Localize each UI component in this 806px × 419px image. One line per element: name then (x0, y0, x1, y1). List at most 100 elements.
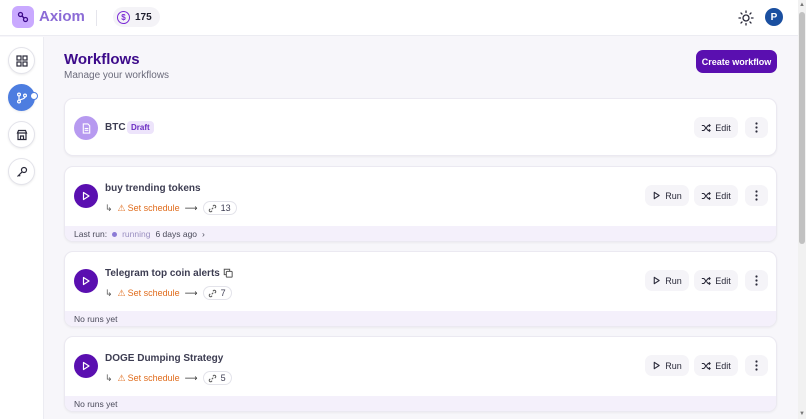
workflow-meta: ↳ ⚠ Set schedule ⟶ 5 (105, 371, 232, 385)
logo-icon[interactable] (12, 6, 34, 28)
store-icon (16, 129, 27, 140)
more-menu-button[interactable] (745, 355, 768, 376)
workflow-meta: ↳ ⚠ Set schedule ⟶ 7 (105, 286, 232, 300)
arrow-right-icon: ⟶ (184, 287, 198, 298)
more-vertical-icon (755, 275, 758, 286)
workflow-card[interactable]: BTC Draft Edit (64, 98, 777, 156)
key-icon (16, 166, 27, 177)
last-run-bar[interactable]: Last run: running 6 days ago › (65, 226, 776, 241)
workflow-name[interactable]: BTC (105, 122, 126, 133)
workflow-name[interactable]: DOGE Dumping Strategy (105, 353, 223, 364)
play-icon[interactable] (74, 269, 98, 293)
more-menu-button[interactable] (745, 270, 768, 291)
warning-icon: ⚠ (117, 287, 126, 298)
play-icon[interactable] (74, 354, 98, 378)
last-run-bar: No runs yet (65, 396, 776, 411)
edit-button[interactable]: Edit (694, 270, 738, 291)
play-icon (653, 191, 660, 200)
scroll-up-icon[interactable]: ▲ (799, 2, 805, 8)
dollar-icon: $ (117, 10, 130, 24)
edit-label: Edit (715, 122, 731, 133)
workflow-name[interactable]: buy trending tokens (105, 183, 201, 194)
run-button[interactable]: Run (645, 185, 689, 206)
divider (96, 10, 97, 26)
set-schedule-link[interactable]: ⚠ Set schedule (118, 373, 180, 384)
steps-count: 7 (220, 288, 226, 298)
sidebar-item-dashboard[interactable] (8, 47, 35, 74)
more-menu-button[interactable] (745, 117, 768, 138)
arrow-right-icon: ⟶ (184, 202, 198, 213)
last-run-bar: No runs yet (65, 311, 776, 326)
more-menu-button[interactable] (745, 185, 768, 206)
warning-icon: ⚠ (117, 202, 126, 213)
scrollbar-thumb[interactable] (799, 12, 805, 244)
active-indicator (30, 92, 38, 100)
arrow-right-icon: ⟶ (184, 372, 198, 383)
edit-button[interactable]: Edit (694, 355, 738, 376)
chevron-right-icon: › (202, 229, 205, 239)
workflow-meta: ↳ ⚠ Set schedule ⟶ 13 (105, 201, 237, 215)
sidebar-item-store[interactable] (8, 121, 35, 148)
no-runs-label: No runs yet (74, 314, 118, 324)
link-icon (208, 374, 216, 382)
no-runs-label: No runs yet (74, 399, 118, 409)
page-title: Workflows (64, 51, 140, 68)
corner-arrow-icon: ↳ (105, 202, 113, 213)
workflow-card[interactable]: Telegram top coin alerts ↳ ⚠ Set schedul… (64, 251, 777, 327)
more-vertical-icon (755, 360, 758, 371)
workflow-card[interactable]: DOGE Dumping Strategy ↳ ⚠ Set schedule ⟶… (64, 336, 777, 412)
warning-icon: ⚠ (117, 372, 126, 383)
top-bar: Axiom $ 175 P (0, 0, 798, 36)
set-schedule-label: Set schedule (127, 373, 180, 383)
credits-value: 175 (135, 11, 152, 23)
avatar[interactable]: P (765, 8, 783, 26)
run-label: Run (665, 275, 682, 286)
set-schedule-label: Set schedule (127, 203, 180, 213)
steps-count: 5 (220, 373, 226, 383)
edit-label: Edit (715, 360, 731, 371)
sidebar-item-keys[interactable] (8, 158, 35, 185)
link-icon (208, 204, 216, 212)
grid-icon (15, 54, 28, 67)
status-dot (112, 231, 118, 237)
run-button[interactable]: Run (645, 270, 689, 291)
page-subtitle: Manage your workflows (64, 70, 170, 81)
workflow-name[interactable]: Telegram top coin alerts (105, 268, 220, 279)
app-name[interactable]: Axiom (39, 8, 85, 25)
shuffle-icon (702, 191, 712, 200)
corner-arrow-icon: ↳ (105, 287, 113, 298)
run-button[interactable]: Run (645, 355, 689, 376)
edit-button[interactable]: Edit (694, 185, 738, 206)
steps-badge: 7 (202, 286, 232, 300)
steps-badge: 5 (202, 371, 232, 385)
copy-icon[interactable] (223, 268, 233, 278)
set-schedule-link[interactable]: ⚠ Set schedule (118, 288, 180, 299)
git-branch-icon (16, 92, 27, 104)
last-run-time: 6 days ago (155, 229, 198, 239)
set-schedule-label: Set schedule (127, 288, 180, 298)
edit-button[interactable]: Edit (694, 117, 738, 138)
set-schedule-link[interactable]: ⚠ Set schedule (118, 203, 180, 214)
run-label: Run (665, 360, 682, 371)
more-vertical-icon (755, 122, 758, 133)
file-icon (74, 116, 98, 140)
more-vertical-icon (755, 190, 758, 201)
link-icon (208, 289, 216, 297)
credits-badge[interactable]: $ 175 (113, 7, 160, 27)
edit-label: Edit (715, 275, 731, 286)
scroll-down-icon[interactable]: ▼ (799, 411, 805, 417)
last-run-label: Last run: (74, 229, 108, 239)
workflow-card[interactable]: buy trending tokens ↳ ⚠ Set schedule ⟶ 1… (64, 166, 777, 242)
last-run-status: running (122, 229, 151, 239)
play-icon (653, 361, 660, 370)
status-badge: Draft (127, 121, 154, 134)
create-workflow-button[interactable]: Create workflow (696, 50, 777, 73)
run-label: Run (665, 190, 682, 201)
shuffle-icon (702, 123, 712, 132)
corner-arrow-icon: ↳ (105, 372, 113, 383)
shuffle-icon (702, 276, 712, 285)
shuffle-icon (702, 361, 712, 370)
steps-count: 13 (220, 203, 231, 213)
sun-icon[interactable] (738, 10, 754, 26)
play-icon[interactable] (74, 184, 98, 208)
